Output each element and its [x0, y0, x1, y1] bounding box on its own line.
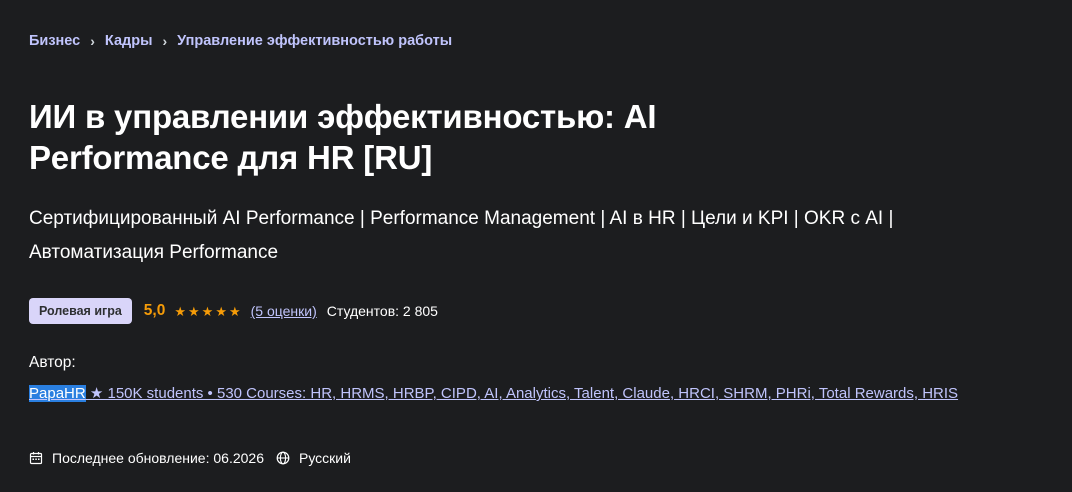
star-icon: ★ — [188, 303, 200, 319]
course-subtitle: Сертифицированный AI Performance | Perfo… — [29, 208, 894, 263]
author-description[interactable]: ★ 150K students • 530 Courses: HR, HRMS,… — [86, 385, 958, 402]
star-icon: ★ — [228, 303, 241, 319]
students-count: Студентов: 2 805 — [326, 303, 438, 319]
course-title: ИИ в управлении эффективностью: AI Perfo… — [29, 98, 657, 176]
role-play-badge: Ролевая игра — [29, 298, 132, 324]
author-name[interactable]: PapaHR — [29, 385, 86, 402]
globe-icon — [276, 451, 290, 465]
breadcrumb-item-hr[interactable]: Кадры — [105, 33, 153, 49]
author-label: Автор: — [29, 354, 76, 371]
chevron-right-icon: › — [90, 33, 95, 49]
breadcrumb-item-business[interactable]: Бизнес — [29, 33, 80, 49]
last-updated: Последнее обновление: 06.2026 — [52, 450, 264, 466]
chevron-right-icon: › — [162, 33, 168, 49]
star-icon: ★ — [174, 303, 187, 319]
star-icon: ★ — [201, 303, 214, 319]
course-language: Русский — [298, 450, 351, 466]
rating-value: 5,0 — [143, 302, 166, 319]
update-row: Последнее обновление: 06.2026 Русский — [29, 450, 351, 466]
star-icon: ★ — [215, 303, 227, 319]
calendar-icon — [29, 452, 43, 465]
author-link[interactable]: PapaHR ★ 150K students • 530 Courses: HR… — [29, 384, 1009, 403]
rating-stars: ★ ★ ★ ★ ★ — [174, 305, 242, 318]
breadcrumb-item-performance[interactable]: Управление эффективностью работы — [177, 33, 452, 49]
breadcrumb: Бизнес › Кадры › Управление эффективност… — [29, 33, 452, 49]
rating-count-link[interactable]: (5 оценки) — [251, 303, 317, 319]
rating-row: Ролевая игра 5,0 ★ ★ ★ ★ ★ (5 оценки) Ст… — [29, 298, 438, 324]
